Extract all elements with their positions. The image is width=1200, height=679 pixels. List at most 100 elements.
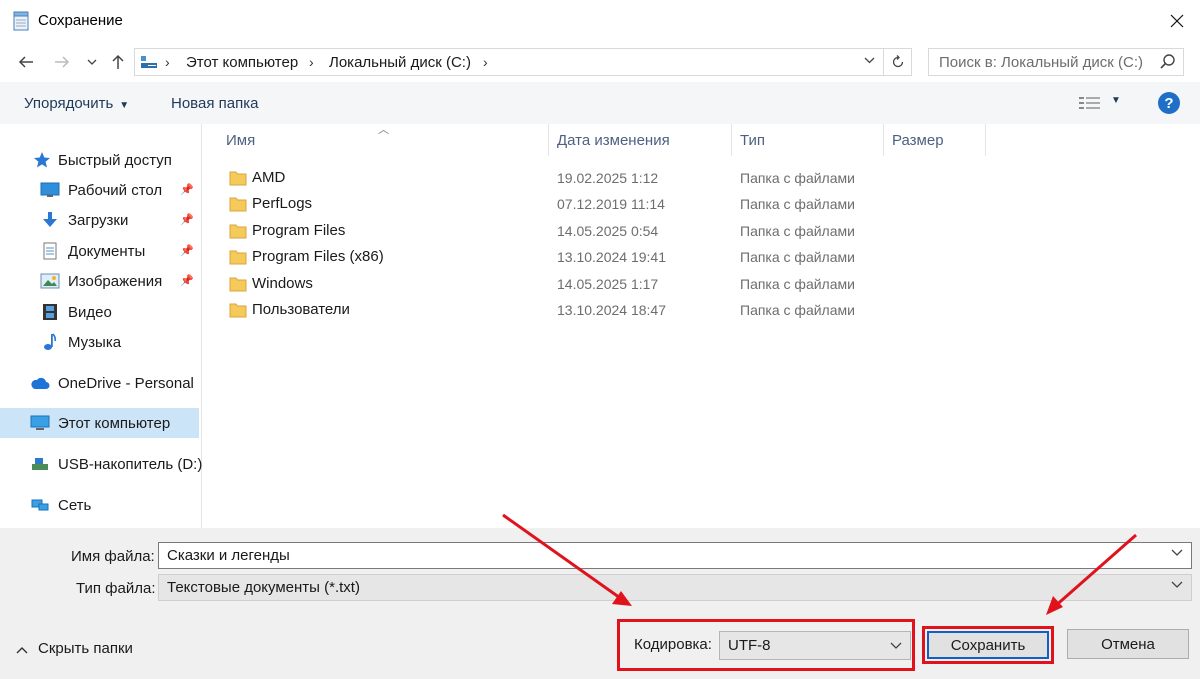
organize-label: Упорядочить [24, 95, 114, 112]
download-icon [40, 211, 60, 229]
address-dropdown[interactable] [864, 53, 875, 67]
table-row[interactable]: Program Files (x86) 13.10.2024 19:41 Пап… [225, 244, 865, 270]
folder-icon [229, 303, 247, 318]
file-name: PerfLogs [252, 195, 313, 212]
help-icon[interactable]: ? [1158, 92, 1180, 114]
sidebar-item-music[interactable]: Музыка [40, 327, 121, 357]
file-date: 14.05.2025 0:54 [557, 223, 659, 239]
music-note-icon [40, 333, 60, 351]
column-header-label: Дата изменения [557, 131, 670, 149]
sidebar-item-label: Музыка [68, 333, 122, 351]
table-row[interactable]: Windows 14.05.2025 1:17 Папка с файлами [225, 271, 865, 297]
save-form: Имя файла: Сказки и легенды Тип файла: Т… [0, 528, 1200, 679]
refresh-button[interactable] [883, 49, 911, 75]
file-date: 07.12.2019 11:14 [557, 196, 665, 212]
sidebar-item-network[interactable]: Сеть [30, 490, 91, 520]
sidebar-item-this-pc[interactable]: Этот компьютер [0, 408, 199, 438]
pin-icon[interactable]: 📌 [180, 274, 194, 287]
sidebar-item-label: OneDrive - Personal [58, 374, 194, 392]
file-type: Папка с файлами [740, 302, 855, 318]
sidebar-item-onedrive[interactable]: OneDrive - Personal [30, 368, 194, 398]
new-folder-button[interactable]: Новая папка [171, 95, 258, 112]
hide-folders-label: Скрыть папки [38, 640, 133, 657]
back-button[interactable] [14, 50, 38, 74]
pin-icon[interactable]: 📌 [180, 183, 194, 196]
view-dropdown-icon[interactable]: ▼ [1111, 95, 1121, 106]
window-title: Сохранение [38, 12, 123, 29]
filename-input[interactable]: Сказки и легенды [158, 542, 1192, 569]
breadcrumb-separator: › [165, 54, 170, 70]
file-type: Папка с файлами [740, 223, 855, 239]
sidebar-item-downloads[interactable]: Загрузки [40, 205, 128, 235]
folder-icon [229, 197, 247, 212]
filename-value: Сказки и легенды [167, 547, 290, 564]
up-button[interactable] [106, 50, 130, 74]
table-row[interactable]: Program Files 14.05.2025 0:54 Папка с фа… [225, 218, 865, 244]
close-button[interactable] [1154, 0, 1200, 42]
sidebar-item-label: Рабочий стол [68, 181, 163, 199]
sidebar-item-documents[interactable]: Документы [40, 236, 145, 266]
search-icon [1160, 54, 1175, 69]
arrow-left-icon [18, 56, 33, 68]
table-row[interactable]: Пользователи 13.10.2024 18:47 Папка с фа… [225, 297, 865, 323]
command-bar: Упорядочить ▼ Новая папка ▼ ? [0, 82, 1200, 124]
arrow-up-icon [112, 54, 124, 69]
filename-label: Имя файла: [71, 548, 155, 565]
close-icon [1170, 14, 1184, 28]
pin-icon[interactable]: 📌 [180, 213, 194, 226]
hide-folders-button[interactable]: Скрыть папки [16, 640, 133, 657]
sidebar-item-desktop[interactable]: Рабочий стол [40, 175, 162, 205]
chevron-down-icon [87, 59, 97, 65]
file-name: Program Files [252, 222, 346, 239]
pin-icon[interactable]: 📌 [180, 244, 194, 257]
search-placeholder: Поиск в: Локальный диск (C:) [939, 54, 1143, 71]
filetype-value: Текстовые документы (*.txt) [167, 579, 360, 596]
desktop-icon [40, 181, 60, 199]
sidebar-item-label: Документы [68, 242, 146, 260]
table-row[interactable]: PerfLogs 07.12.2019 11:14 Папка с файлам… [225, 191, 865, 217]
breadcrumb-local-disk[interactable]: Локальный диск (C:) [329, 54, 471, 71]
filetype-select[interactable]: Текстовые документы (*.txt) [158, 574, 1192, 601]
cancel-button[interactable]: Отмена [1067, 629, 1189, 659]
column-header-size[interactable]: Размер [884, 124, 986, 156]
chevron-down-icon[interactable] [1171, 549, 1183, 557]
sidebar-item-pictures[interactable]: Изображения [40, 266, 162, 296]
column-header-name[interactable]: Имя [218, 124, 549, 156]
breadcrumb-separator[interactable]: › [309, 54, 314, 70]
chevron-down-icon [864, 57, 875, 64]
table-row[interactable]: AMD 19.02.2025 1:12 Папка с файлами [225, 165, 865, 191]
file-name: Windows [252, 275, 313, 292]
film-icon [40, 303, 60, 321]
breadcrumb-this-pc[interactable]: Этот компьютер [186, 54, 298, 71]
forward-button[interactable] [50, 50, 74, 74]
pictures-icon [40, 272, 60, 290]
search-input[interactable]: Поиск в: Локальный диск (C:) [928, 48, 1184, 76]
file-type: Папка с файлами [740, 276, 855, 292]
document-icon [40, 242, 60, 260]
breadcrumb-separator[interactable]: › [483, 54, 488, 70]
title-bar: Сохранение [0, 0, 1200, 42]
column-header-type[interactable]: Тип [732, 124, 884, 156]
navigation-pane: Быстрый доступ Рабочий стол 📌 Загрузки 📌… [0, 124, 202, 528]
file-date: 14.05.2025 1:17 [557, 276, 659, 292]
folder-icon [229, 250, 247, 265]
star-icon [32, 151, 52, 169]
save-highlight-frame: Сохранить [922, 626, 1054, 664]
sidebar-item-quick-access[interactable]: Быстрый доступ [32, 145, 172, 175]
sidebar-item-usb-drive[interactable]: USB-накопитель (D:) [30, 449, 202, 479]
usb-drive-icon [30, 455, 50, 473]
sidebar-item-video[interactable]: Видео [40, 297, 112, 327]
column-header-date[interactable]: Дата изменения [549, 124, 732, 156]
computer-icon [141, 56, 157, 68]
cloud-icon [30, 374, 50, 392]
save-button[interactable]: Сохранить [927, 631, 1049, 659]
file-name: Пользователи [252, 301, 350, 318]
recent-locations-button[interactable] [82, 50, 102, 74]
view-options-icon[interactable] [1078, 95, 1102, 111]
column-header-label: Размер [892, 131, 944, 149]
encoding-highlight-frame: Кодировка: UTF-8 [617, 619, 915, 671]
address-bar[interactable]: › Этот компьютер › Локальный диск (C:) › [134, 48, 912, 76]
chevron-up-icon [16, 641, 28, 657]
organize-button[interactable]: Упорядочить ▼ [24, 95, 129, 112]
encoding-select[interactable]: UTF-8 [719, 631, 911, 660]
